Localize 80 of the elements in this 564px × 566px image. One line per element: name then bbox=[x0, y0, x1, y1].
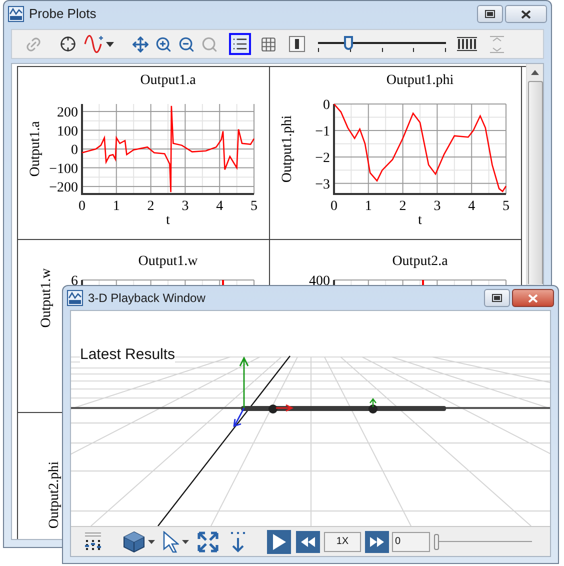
slider-thumb[interactable] bbox=[344, 36, 354, 50]
tick-label: 4 bbox=[216, 199, 224, 214]
window-title: Probe Plots bbox=[29, 5, 98, 24]
sine-wave-icon bbox=[84, 35, 104, 53]
tick-label: 1 bbox=[112, 199, 120, 214]
axis-title: Output1.w bbox=[39, 268, 54, 328]
tick-label: −3 bbox=[315, 177, 330, 192]
tick-label: −1 bbox=[315, 124, 330, 140]
view-button[interactable] bbox=[123, 530, 155, 552]
close-button[interactable] bbox=[512, 289, 554, 307]
tick-label: 5 bbox=[250, 199, 258, 214]
tick-label: 0 bbox=[330, 199, 338, 214]
speed-field[interactable]: 1X bbox=[324, 532, 361, 552]
rewind-button[interactable] bbox=[296, 530, 320, 552]
tick-label: 3 bbox=[182, 199, 189, 214]
zoom-reset-icon bbox=[201, 36, 218, 52]
slider-thumb[interactable] bbox=[434, 534, 439, 550]
restore-icon bbox=[485, 10, 495, 18]
tick-label: −100 bbox=[49, 162, 78, 177]
close-icon bbox=[521, 10, 531, 18]
add-probe-button[interactable] bbox=[81, 33, 117, 55]
crosshair-icon bbox=[60, 36, 76, 52]
zoom-in-icon bbox=[155, 36, 172, 52]
tick-label: 3 bbox=[434, 199, 441, 214]
tick-label: 2 bbox=[399, 199, 406, 214]
window-title: 3-D Playback Window bbox=[88, 290, 206, 307]
grid-icon bbox=[260, 36, 277, 52]
tick-label: −200 bbox=[49, 180, 78, 196]
axis-title: Output2.phi bbox=[47, 461, 62, 529]
axis-title: Output1.a bbox=[28, 121, 43, 177]
close-icon bbox=[528, 294, 538, 302]
scroll-up-icon[interactable] bbox=[531, 70, 539, 75]
pan-icon bbox=[132, 36, 149, 52]
legend-button[interactable] bbox=[229, 33, 251, 55]
panel-button[interactable] bbox=[286, 33, 308, 55]
chart-title: Output1.phi bbox=[386, 73, 454, 88]
pointer-button[interactable] bbox=[163, 530, 189, 552]
app-icon bbox=[67, 290, 83, 306]
zoom-slider[interactable] bbox=[318, 34, 446, 54]
restore-button[interactable] bbox=[484, 289, 510, 307]
tick-label: 0 bbox=[78, 199, 86, 214]
collapse-icon bbox=[489, 36, 505, 52]
axis-title: Output1.phi bbox=[280, 115, 295, 183]
pointer-icon bbox=[163, 530, 179, 552]
chart-title: Output2.a bbox=[392, 254, 448, 269]
tick-label: 5 bbox=[502, 199, 510, 214]
tick-label: 400 bbox=[309, 274, 330, 289]
frame-field[interactable]: 0 bbox=[392, 532, 430, 552]
axis-title: t bbox=[166, 213, 170, 228]
tick-label: 2 bbox=[147, 199, 154, 214]
legend-icon bbox=[232, 36, 248, 52]
play-icon bbox=[272, 534, 286, 550]
bars-icon bbox=[457, 37, 477, 51]
fast-forward-button[interactable] bbox=[365, 530, 389, 552]
chart-title: Output1.w bbox=[138, 254, 198, 269]
tick-label: 100 bbox=[57, 124, 78, 140]
tick-label: 0 bbox=[323, 98, 330, 113]
caret-icon bbox=[106, 42, 114, 46]
axis-title: t bbox=[418, 213, 422, 228]
fast-forward-icon bbox=[370, 536, 384, 546]
tick-label: −2 bbox=[315, 150, 330, 166]
tick-label: 1 bbox=[364, 199, 372, 214]
rewind-icon bbox=[301, 536, 315, 546]
zoom-out-icon bbox=[178, 36, 195, 52]
tick-label: 6 bbox=[71, 274, 78, 289]
restore-button[interactable] bbox=[477, 5, 503, 23]
tick-label: 0 bbox=[71, 143, 78, 158]
drop-icon[interactable] bbox=[229, 530, 247, 552]
tick-label: 200 bbox=[57, 106, 78, 120]
expand-icon[interactable] bbox=[197, 530, 219, 552]
app-icon bbox=[8, 6, 24, 22]
time-slider[interactable] bbox=[434, 532, 532, 552]
tick-label: 4 bbox=[468, 199, 476, 214]
panel-icon bbox=[289, 36, 305, 52]
restore-icon bbox=[492, 294, 502, 302]
play-button[interactable] bbox=[267, 530, 291, 554]
cube-icon bbox=[123, 530, 145, 552]
chart-title: Output1.a bbox=[140, 73, 196, 88]
close-button[interactable] bbox=[505, 5, 547, 23]
sliders-icon[interactable] bbox=[85, 532, 101, 552]
